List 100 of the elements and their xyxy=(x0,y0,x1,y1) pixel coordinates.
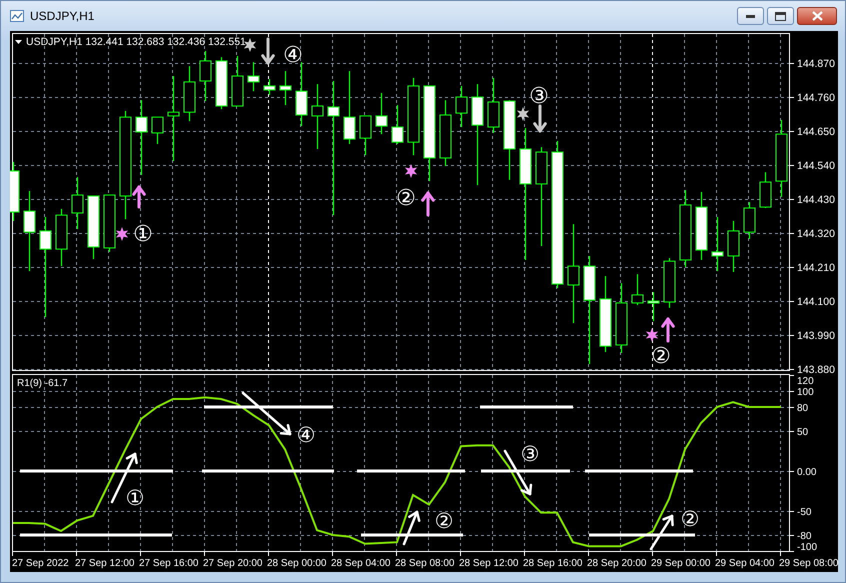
price-label: 144.430 xyxy=(797,194,835,206)
arrow-icon xyxy=(402,510,420,546)
candlestick xyxy=(232,56,244,107)
time-label: 28 Sep 16:00 xyxy=(523,558,582,569)
axis-tick-label: 100 xyxy=(797,387,814,398)
time-label: 28 Sep 00:00 xyxy=(267,558,326,569)
tick-mark xyxy=(780,552,781,556)
candlestick xyxy=(248,62,260,92)
chart-header: USDJPY,H1 132.441 132.683 132.436 132.551 xyxy=(26,36,246,48)
candlestick xyxy=(88,195,100,260)
star-icon xyxy=(404,164,418,178)
star-icon xyxy=(646,328,658,342)
annotation-number: ③ xyxy=(520,442,540,466)
price-label: 144.540 xyxy=(797,160,835,172)
tick-mark xyxy=(716,552,717,556)
tick-mark xyxy=(790,335,794,336)
axis-tick-label: 120 xyxy=(797,376,814,387)
candlestick xyxy=(728,221,740,272)
arrow-down-icon xyxy=(261,38,275,64)
time-label: 29 Sep 04:00 xyxy=(715,558,774,569)
annotation-number: ② xyxy=(434,509,454,533)
tick-mark xyxy=(790,407,794,408)
marker-number: ② xyxy=(396,186,416,211)
marker-number: ② xyxy=(651,344,671,369)
time-label: 28 Sep 20:00 xyxy=(587,558,646,569)
candlestick xyxy=(488,78,500,133)
tick-mark xyxy=(790,471,794,472)
candlestick xyxy=(632,274,644,306)
time-label: 28 Sep 12:00 xyxy=(459,558,518,569)
axis-tick-label: -100 xyxy=(797,542,818,553)
tick-mark xyxy=(396,552,397,556)
axis-tick-label: 50 xyxy=(797,427,808,438)
tick-mark xyxy=(790,511,794,512)
minimize-button[interactable] xyxy=(737,7,764,25)
annotation-number: ① xyxy=(126,486,144,510)
candlestick xyxy=(280,71,292,106)
tick-mark xyxy=(588,552,589,556)
time-label: 28 Sep 08:00 xyxy=(395,558,454,569)
tick-mark xyxy=(524,552,525,556)
time-label: 29 Sep 08:00 xyxy=(779,558,838,569)
candlestick xyxy=(360,115,372,156)
time-label: 27 Sep 12:00 xyxy=(75,558,134,569)
candlestick xyxy=(440,100,452,166)
tick-mark xyxy=(790,165,794,166)
tick-mark xyxy=(790,551,794,552)
maximize-button[interactable] xyxy=(767,7,794,25)
annotation-number: ② xyxy=(680,507,700,531)
candlestick xyxy=(696,192,708,260)
tick-mark xyxy=(790,63,794,64)
tick-mark xyxy=(790,431,794,432)
time-label: 27 Sep 20:00 xyxy=(203,558,262,569)
candlestick xyxy=(10,162,20,221)
axis-tick-label: 80 xyxy=(797,403,808,414)
price-label: 144.100 xyxy=(797,296,835,308)
time-label: 27 Sep 16:00 xyxy=(139,558,198,569)
candlestick xyxy=(664,258,676,308)
time-label: 29 Sep 00:00 xyxy=(651,558,710,569)
tick-mark xyxy=(12,552,13,556)
price-label: 144.320 xyxy=(797,228,835,240)
marker-number: ③ xyxy=(529,84,549,109)
candlestick xyxy=(456,86,468,128)
tick-mark xyxy=(790,267,794,268)
arrow-icon xyxy=(242,392,292,436)
tick-mark xyxy=(204,552,205,556)
tick-mark xyxy=(790,535,794,536)
price-label: 143.880 xyxy=(797,364,835,376)
price-label: 143.990 xyxy=(797,330,835,342)
candlestick xyxy=(312,84,324,149)
candlestick xyxy=(56,208,68,266)
close-button[interactable] xyxy=(797,7,837,25)
tick-mark xyxy=(140,552,141,556)
tick-mark xyxy=(76,552,77,556)
minimize-icon xyxy=(746,14,755,18)
dropdown-triangle-icon[interactable] xyxy=(15,40,22,44)
star-icon xyxy=(516,107,530,121)
arrow-up-icon xyxy=(132,186,146,208)
price-label: 144.210 xyxy=(797,262,835,274)
window-title: USDJPY,H1 xyxy=(30,9,96,23)
tick-mark xyxy=(790,233,794,234)
price-label: 144.760 xyxy=(797,92,835,104)
tick-mark xyxy=(790,199,794,200)
maximize-icon xyxy=(775,12,786,20)
candlestick xyxy=(744,202,756,239)
axis-tick-label: -50 xyxy=(797,507,812,518)
chart-window-icon xyxy=(10,9,24,23)
tick-mark xyxy=(790,97,794,98)
candlestick xyxy=(216,57,228,110)
star-icon xyxy=(116,227,128,241)
arrow-up-icon xyxy=(661,318,675,342)
candlestick xyxy=(72,177,84,230)
time-label: 27 Sep 2022 xyxy=(12,558,69,569)
price-label: 144.870 xyxy=(797,58,835,70)
marker-number: ① xyxy=(133,222,153,247)
marker-number: ④ xyxy=(283,43,303,68)
annotation-number: ④ xyxy=(296,423,316,447)
indicator-title: R1(9) -61.7 xyxy=(17,378,68,389)
price-label: 144.650 xyxy=(797,126,835,138)
axis-tick-label: 0.00 xyxy=(797,467,816,478)
candlestick xyxy=(616,283,628,353)
tick-mark xyxy=(268,552,269,556)
